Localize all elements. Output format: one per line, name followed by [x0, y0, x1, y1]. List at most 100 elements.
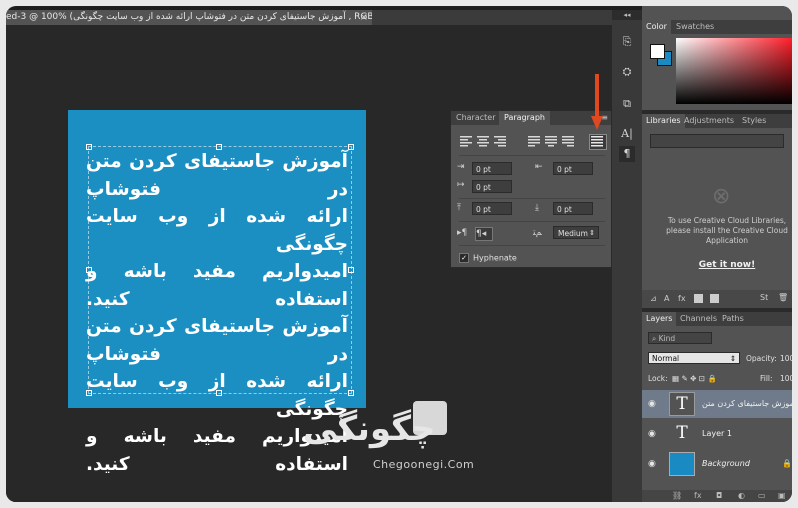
eye-icon[interactable]: ◉ — [648, 399, 660, 409]
library-toolbar: ⊿ A fx St 🗑 — [642, 290, 792, 308]
color-field[interactable] — [676, 38, 792, 104]
align-right-button[interactable] — [493, 135, 509, 149]
tab-color[interactable]: Color — [642, 20, 671, 34]
divider — [459, 155, 605, 156]
justify-last-left-button[interactable] — [527, 135, 543, 149]
add-fg-color-icon[interactable] — [694, 294, 703, 303]
tab-channels[interactable]: Channels — [676, 312, 721, 326]
tab-character[interactable]: Character — [451, 111, 501, 125]
lock-icon[interactable]: ▦ ✎ ✥ ⊡ 🔒 — [672, 374, 717, 383]
add-style-icon[interactable]: fx — [678, 294, 686, 303]
indent-right-field[interactable]: 0 pt — [553, 162, 593, 175]
alignment-buttons — [459, 134, 609, 151]
tool-presets-icon[interactable]: ⧉ — [619, 96, 635, 112]
layer-style-icon[interactable]: fx — [694, 491, 702, 500]
expand-icon[interactable]: ◂◂ — [612, 10, 642, 20]
kashida-select[interactable]: Medium ⇕ — [553, 226, 599, 239]
opacity-label: Opacity: — [746, 354, 777, 363]
blend-mode-select[interactable]: Normal ⇕ — [648, 352, 740, 364]
tab-styles[interactable]: Styles — [738, 114, 770, 128]
trash-icon[interactable]: 🗑 — [778, 293, 788, 302]
kashida-value: Medium — [558, 229, 588, 238]
indent-left-field[interactable]: 0 pt — [472, 162, 512, 175]
tab-paragraph[interactable]: Paragraph — [499, 111, 550, 125]
hyphenate-checkbox[interactable]: ✓ — [459, 253, 469, 263]
character-panel-icon[interactable]: A| — [619, 126, 635, 142]
space-after-field[interactable]: 0 pt — [553, 202, 593, 215]
new-layer-icon[interactable]: ▣ — [778, 491, 786, 500]
space-before-icon: ⤒ — [457, 203, 461, 213]
layers-toolbar: ⛓ fx ◘ ◐ ▭ ▣ — [642, 490, 792, 502]
new-group-icon[interactable]: ▭ — [758, 491, 766, 500]
text-line: آموزش جاستیفای کردن متن در فتوشاپ — [86, 316, 348, 365]
layer-mask-icon[interactable]: ◘ — [716, 491, 722, 500]
hyphenate-label: Hyphenate — [473, 253, 517, 263]
ltr-direction-icon[interactable]: ▸¶ — [457, 227, 469, 239]
fill-value[interactable]: 100% — [780, 374, 792, 383]
close-icon[interactable]: × — [360, 10, 368, 25]
transform-handle[interactable] — [348, 390, 354, 396]
document-tab[interactable]: ed-3 @ 100% (آموزش جاستیفای کردن متن در … — [6, 10, 372, 25]
paragraph-panel-tabs: Character Paragraph » ≡ — [451, 111, 611, 125]
link-layers-icon[interactable]: ⛓ — [672, 491, 682, 500]
layer-name: Layer 1 — [702, 429, 732, 438]
right-panels: Color Swatches Libraries Adjustments Sty… — [642, 6, 792, 502]
tab-adjustments[interactable]: Adjustments — [680, 114, 738, 128]
tab-paths[interactable]: Paths — [718, 312, 748, 326]
transform-handle[interactable] — [348, 144, 354, 150]
divider — [459, 221, 605, 222]
space-after-icon: ⤓ — [535, 203, 539, 213]
search-icon: ⌕ — [652, 334, 659, 343]
blend-mode-value: Normal — [652, 354, 680, 363]
cc-message: To use Creative Cloud Libraries, please … — [666, 216, 788, 245]
tab-layers[interactable]: Layers — [642, 312, 677, 326]
opacity-value[interactable]: 100% — [780, 354, 792, 363]
tab-bar — [372, 10, 612, 25]
kashida-icon: ﻢﺘ — [533, 228, 542, 238]
paragraph-panel-icon[interactable]: ¶ — [619, 146, 635, 162]
divider — [459, 198, 605, 199]
library-panel-tabs: Libraries Adjustments Styles — [642, 114, 792, 128]
adjustment-layer-icon[interactable]: ◐ — [738, 491, 745, 500]
lock-label: Lock: — [648, 374, 668, 383]
layer-thumbnail: T — [669, 422, 695, 446]
hyphenate-option[interactable]: ✓ Hyphenate — [459, 253, 517, 263]
add-color-icon[interactable]: A — [664, 294, 669, 303]
properties-icon[interactable]: ⛭ — [619, 64, 635, 80]
align-left-button[interactable] — [459, 135, 475, 149]
eye-icon[interactable]: ◉ — [648, 429, 660, 439]
layers-panel-tabs: Layers Channels Paths — [642, 312, 792, 326]
history-icon[interactable]: ⎘ — [619, 34, 635, 50]
document-canvas[interactable]: آموزش جاستیفای کردن متن در فتوشاپ ارائه … — [68, 110, 366, 475]
first-line-indent-field[interactable]: 0 pt — [472, 180, 512, 193]
get-it-now-link[interactable]: Get it now! — [664, 260, 790, 270]
text-line: ارائه شده از وب سایت چگونگی — [86, 206, 348, 255]
paragraph-panel: Character Paragraph » ≡ ⇥ 0 pt ⇤ 0 pt ↦ … — [450, 110, 612, 268]
layer-filter-select[interactable]: ⌕ Kind — [648, 332, 712, 344]
eye-icon[interactable]: ◉ — [648, 459, 660, 469]
justify-all-button[interactable] — [589, 134, 607, 150]
watermark-persian: چگونگی — [303, 409, 436, 449]
justify-last-center-button[interactable] — [544, 135, 560, 149]
add-graphic-icon[interactable]: ⊿ — [650, 294, 657, 303]
watermark-latin: Chegoonegi.Com — [373, 458, 475, 471]
chevron-down-icon: ⇕ — [589, 229, 595, 237]
layer-name: Background — [702, 459, 750, 468]
space-before-field[interactable]: 0 pt — [472, 202, 512, 215]
rtl-direction-icon[interactable]: ¶◂ — [475, 227, 493, 241]
layer-row[interactable]: ◉ Background 🔒 — [642, 450, 792, 478]
library-select[interactable] — [650, 134, 784, 148]
justify-last-right-button[interactable] — [561, 135, 577, 149]
align-center-button[interactable] — [476, 135, 492, 149]
tab-swatches[interactable]: Swatches — [672, 20, 718, 34]
transform-handle[interactable] — [348, 267, 354, 273]
color-panel-tabs: Color Swatches — [642, 20, 792, 34]
foreground-color-swatch[interactable] — [650, 44, 665, 59]
chevron-down-icon: ⇕ — [729, 354, 736, 363]
layer-row[interactable]: ◉ T Layer 1 — [642, 420, 792, 448]
stock-icon[interactable]: St — [760, 293, 768, 302]
indent-right-icon: ⇤ — [535, 162, 543, 172]
layer-row[interactable]: ◉ T آموزش جاستیفای کردن متن ... — [642, 390, 792, 418]
tab-libraries[interactable]: Libraries — [642, 114, 685, 128]
add-bg-color-icon[interactable] — [710, 294, 719, 303]
